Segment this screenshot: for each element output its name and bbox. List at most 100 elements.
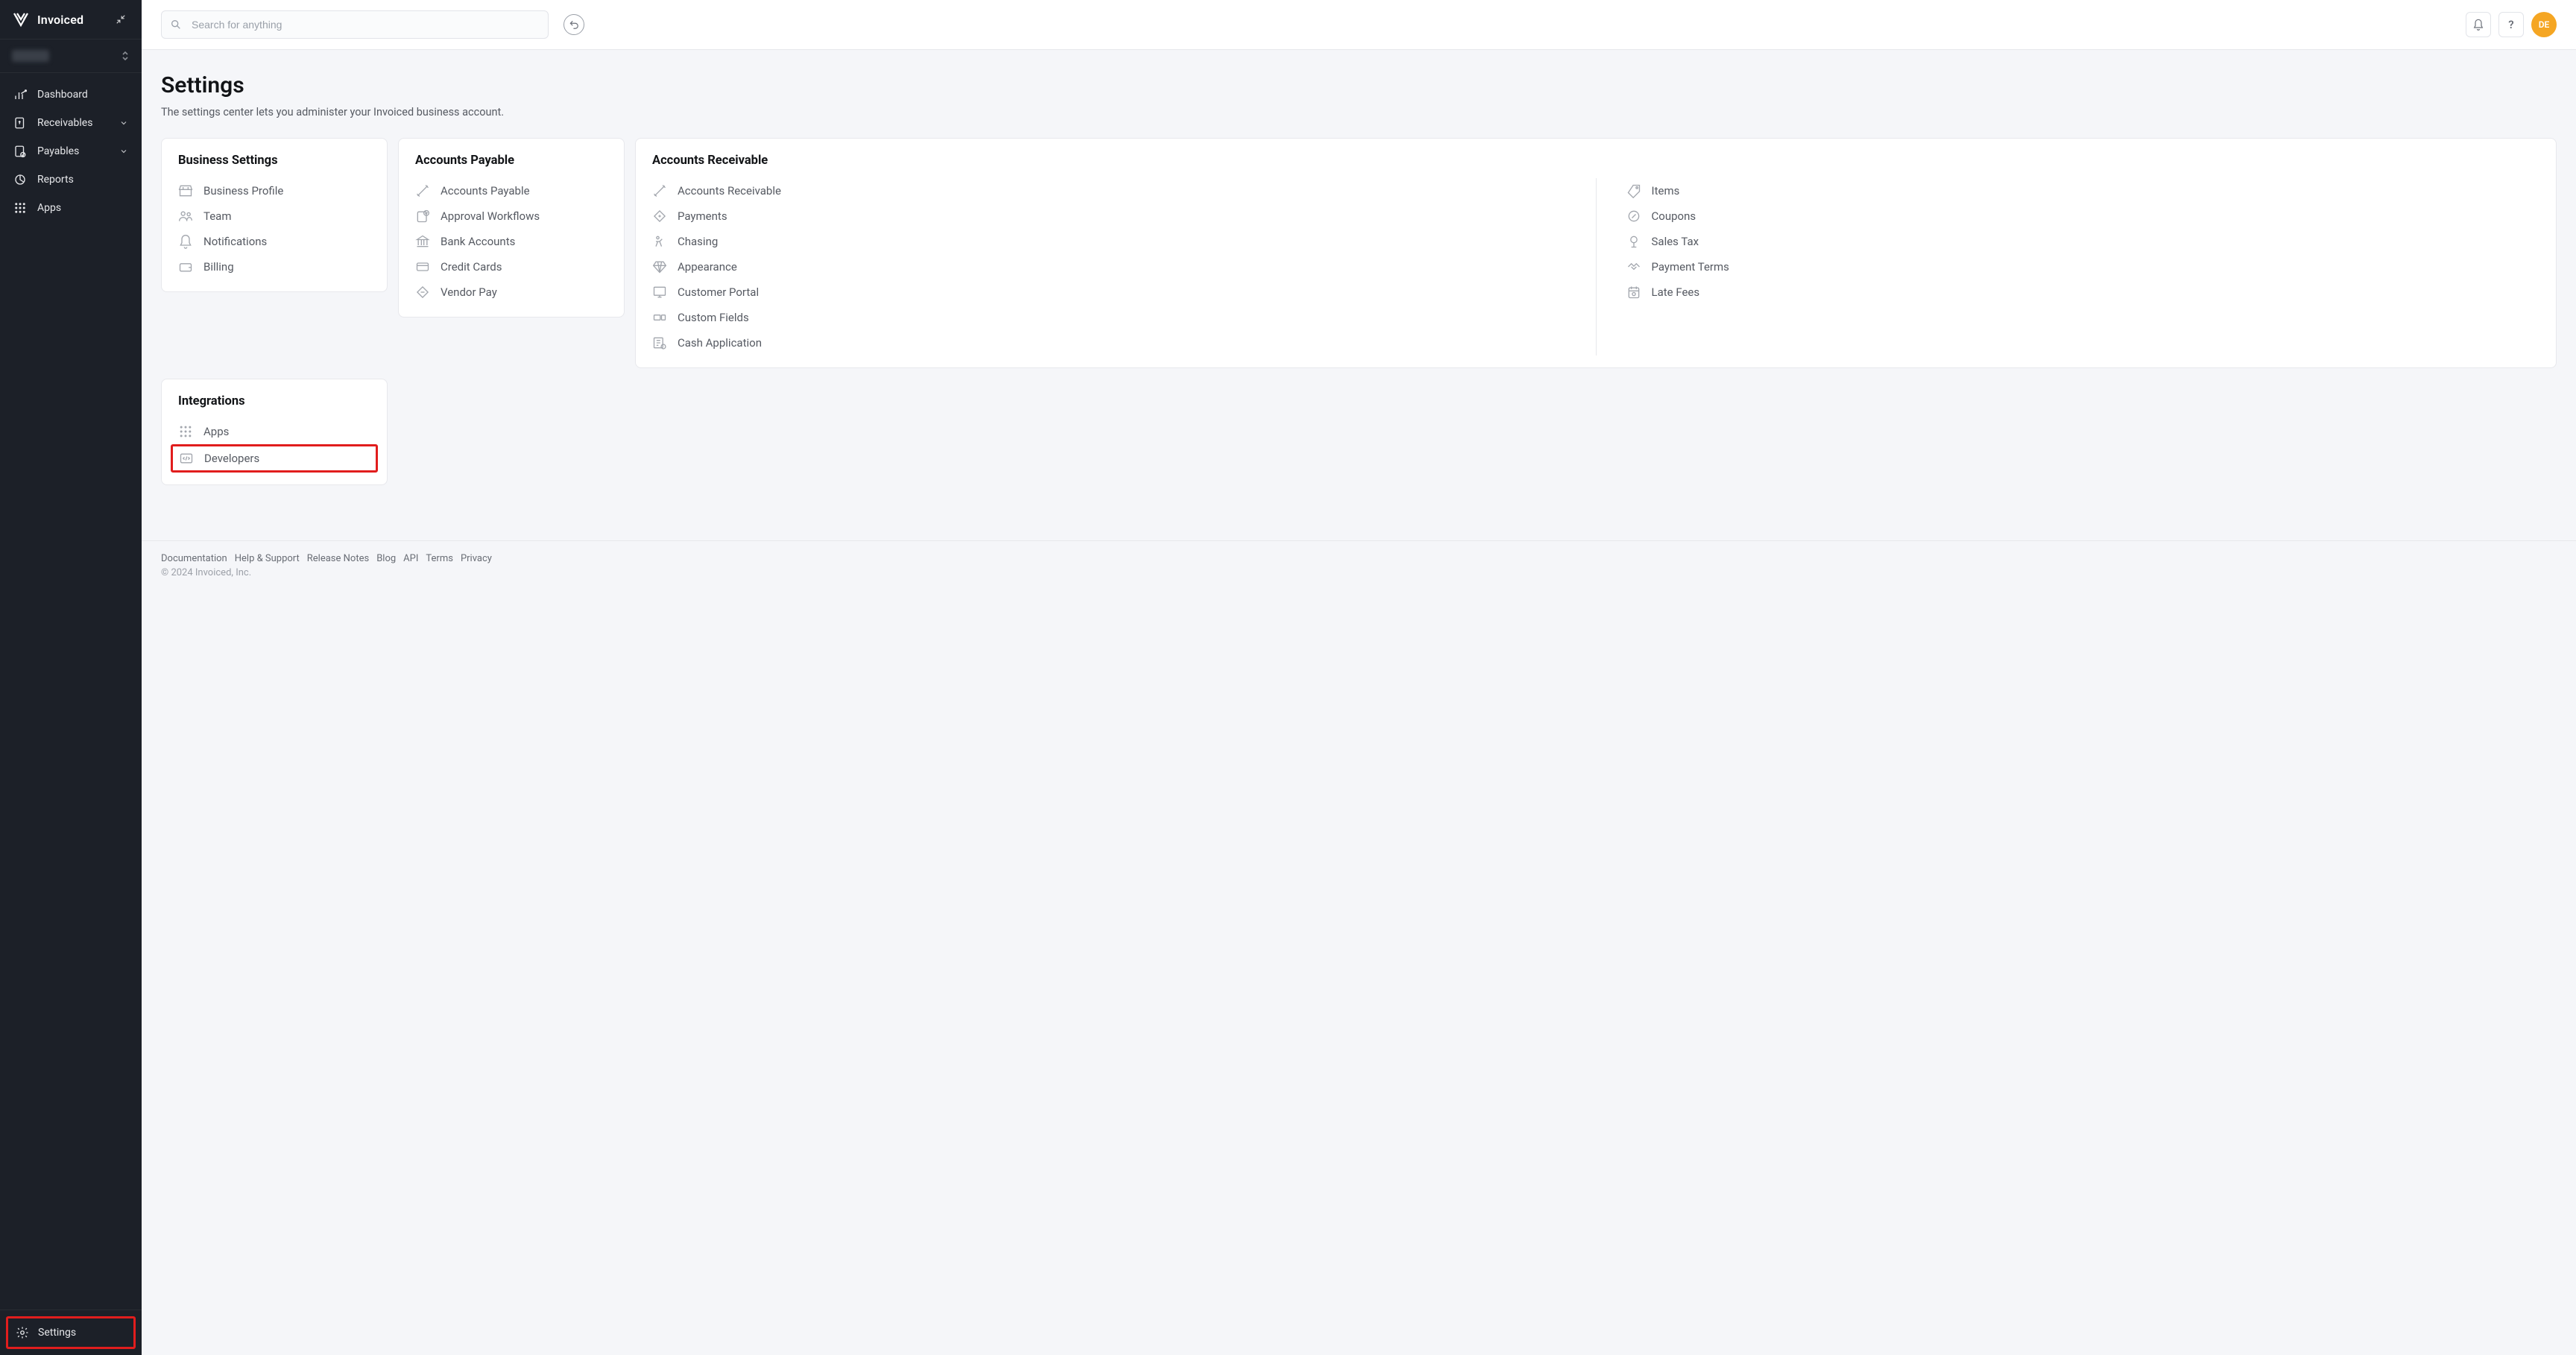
setting-payment-terms[interactable]: Payment Terms bbox=[1626, 254, 2540, 279]
footer-link-help[interactable]: Help & Support bbox=[235, 553, 300, 564]
brand-name: Invoiced bbox=[37, 13, 83, 27]
help-button[interactable]: ? bbox=[2498, 12, 2524, 37]
gear-icon bbox=[16, 1326, 29, 1339]
footer-link-documentation[interactable]: Documentation bbox=[161, 553, 227, 564]
sidebar-item-label: Payables bbox=[37, 145, 79, 157]
vendor-pay-icon bbox=[415, 285, 430, 300]
setting-label: Bank Accounts bbox=[441, 235, 515, 248]
content: Settings The settings center lets you ad… bbox=[142, 50, 2576, 511]
footer-links: Documentation Help & Support Release Not… bbox=[161, 553, 2557, 564]
cash-icon bbox=[652, 335, 667, 350]
setting-label: Accounts Receivable bbox=[678, 184, 781, 198]
setting-label: Notifications bbox=[203, 235, 267, 248]
setting-vendor-pay[interactable]: Vendor Pay bbox=[415, 279, 607, 305]
footer-link-privacy[interactable]: Privacy bbox=[461, 553, 492, 564]
setting-label: Team bbox=[203, 209, 232, 223]
setting-notifications[interactable]: Notifications bbox=[178, 229, 370, 254]
card-accounts-receivable: Accounts Receivable Accounts Receivable … bbox=[635, 138, 2557, 368]
setting-payments[interactable]: Payments bbox=[652, 203, 1566, 229]
setting-credit-cards[interactable]: Credit Cards bbox=[415, 254, 607, 279]
footer-link-release-notes[interactable]: Release Notes bbox=[307, 553, 369, 564]
setting-sales-tax[interactable]: Sales Tax bbox=[1626, 229, 2540, 254]
team-icon bbox=[178, 209, 193, 224]
setting-label: Cash Application bbox=[678, 336, 762, 350]
card-business-settings: Business Settings Business Profile Team bbox=[161, 138, 388, 292]
setting-label: Billing bbox=[203, 260, 234, 274]
calendar-icon bbox=[1626, 285, 1641, 300]
setting-coupons[interactable]: Coupons bbox=[1626, 203, 2540, 229]
setting-billing[interactable]: Billing bbox=[178, 254, 370, 279]
setting-label: Appearance bbox=[678, 260, 737, 274]
cards-row-1: Business Settings Business Profile Team bbox=[161, 138, 2557, 368]
footer-link-blog[interactable]: Blog bbox=[376, 553, 396, 564]
topbar-right: ? DE bbox=[2466, 12, 2557, 37]
sidebar-item-reports[interactable]: Reports bbox=[0, 165, 142, 194]
setting-team[interactable]: Team bbox=[178, 203, 370, 229]
notifications-button[interactable] bbox=[2466, 12, 2491, 37]
handshake-icon bbox=[1626, 259, 1641, 274]
updown-icon bbox=[121, 50, 130, 62]
payables-icon bbox=[13, 145, 27, 158]
search-icon bbox=[170, 19, 182, 31]
setting-label: Accounts Payable bbox=[441, 184, 530, 198]
setting-custom-fields[interactable]: Custom Fields bbox=[652, 305, 1566, 330]
setting-developers[interactable]: Developers bbox=[171, 444, 378, 473]
storefront-icon bbox=[178, 183, 193, 198]
org-name-redacted bbox=[12, 50, 49, 62]
setting-accounts-payable[interactable]: Accounts Payable bbox=[415, 178, 607, 203]
setting-label: Customer Portal bbox=[678, 285, 759, 299]
page-title: Settings bbox=[161, 72, 2557, 98]
setting-business-profile[interactable]: Business Profile bbox=[178, 178, 370, 203]
sidebar-item-apps[interactable]: Apps bbox=[0, 194, 142, 222]
org-switcher[interactable] bbox=[0, 39, 142, 73]
sidebar-item-label: Dashboard bbox=[37, 89, 88, 101]
footer-link-api[interactable]: API bbox=[403, 553, 418, 564]
search-input[interactable] bbox=[161, 10, 549, 39]
sidebar-item-dashboard[interactable]: Dashboard bbox=[0, 80, 142, 109]
setting-label: Payment Terms bbox=[1652, 260, 1729, 274]
diamond-icon bbox=[652, 259, 667, 274]
setting-accounts-receivable[interactable]: Accounts Receivable bbox=[652, 178, 1566, 203]
setting-label: Custom Fields bbox=[678, 311, 749, 324]
setting-chasing[interactable]: Chasing bbox=[652, 229, 1566, 254]
setting-label: Vendor Pay bbox=[441, 285, 497, 299]
chevron-down-icon bbox=[119, 119, 128, 127]
card-title: Integrations bbox=[178, 394, 370, 408]
card-accounts-payable: Accounts Payable Accounts Payable Approv… bbox=[398, 138, 625, 318]
setting-label: Chasing bbox=[678, 235, 718, 248]
cards-row-2: Integrations Apps Developers bbox=[161, 379, 2557, 485]
setting-bank-accounts[interactable]: Bank Accounts bbox=[415, 229, 607, 254]
sidebar-item-payables[interactable]: Payables bbox=[0, 137, 142, 165]
sidebar-item-settings[interactable]: Settings bbox=[6, 1316, 136, 1349]
bell-icon bbox=[2472, 19, 2484, 31]
setting-apps[interactable]: Apps bbox=[178, 419, 370, 444]
setting-appearance[interactable]: Appearance bbox=[652, 254, 1566, 279]
sidebar-item-label: Settings bbox=[38, 1327, 76, 1339]
setting-label: Late Fees bbox=[1652, 285, 1700, 299]
dashboard-icon bbox=[13, 88, 27, 101]
undo-button[interactable] bbox=[564, 14, 584, 35]
apps-icon bbox=[13, 201, 27, 215]
setting-label: Payments bbox=[678, 209, 727, 223]
setting-approval-workflows[interactable]: Approval Workflows bbox=[415, 203, 607, 229]
setting-items[interactable]: Items bbox=[1626, 178, 2540, 203]
workflow-icon bbox=[415, 209, 430, 224]
avatar[interactable]: DE bbox=[2531, 12, 2557, 37]
sidebar: Invoiced Dashboard Receivables bbox=[0, 0, 142, 1355]
setting-customer-portal[interactable]: Customer Portal bbox=[652, 279, 1566, 305]
setting-late-fees[interactable]: Late Fees bbox=[1626, 279, 2540, 305]
column-divider bbox=[1596, 178, 1597, 356]
tag-icon bbox=[1626, 183, 1641, 198]
page-subtitle: The settings center lets you administer … bbox=[161, 106, 2557, 119]
card-title: Business Settings bbox=[178, 154, 370, 168]
sidebar-nav: Dashboard Receivables Payables bbox=[0, 73, 142, 1310]
footer-link-terms[interactable]: Terms bbox=[426, 553, 453, 564]
topbar: ? DE bbox=[142, 0, 2576, 50]
setting-label: Approval Workflows bbox=[441, 209, 540, 223]
bank-icon bbox=[415, 234, 430, 249]
setting-cash-application[interactable]: Cash Application bbox=[652, 330, 1566, 356]
collapse-sidebar-button[interactable] bbox=[112, 10, 130, 28]
sidebar-item-receivables[interactable]: Receivables bbox=[0, 109, 142, 137]
setting-label: Apps bbox=[203, 425, 229, 438]
payments-icon bbox=[652, 209, 667, 224]
